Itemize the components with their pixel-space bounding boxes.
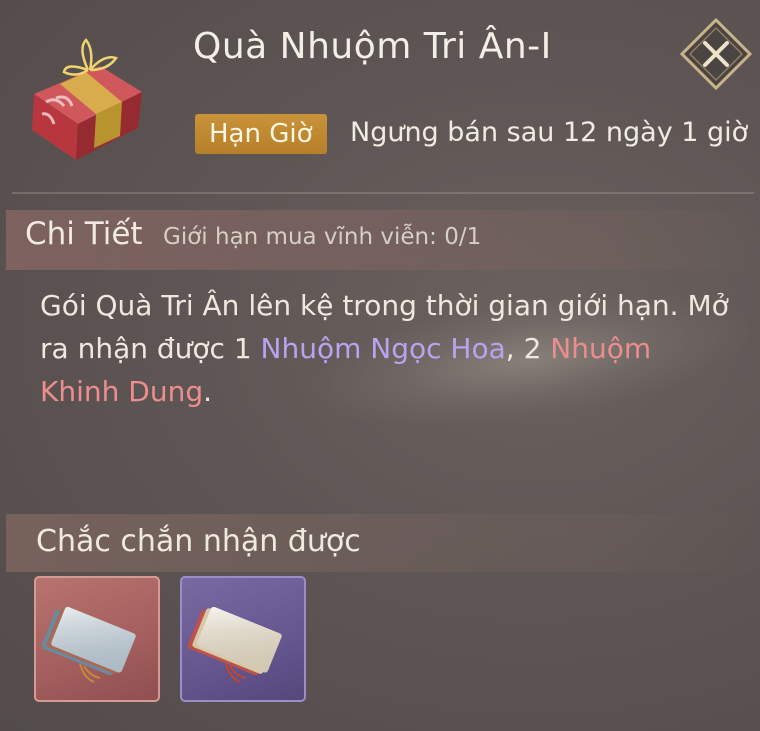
desc-part3: . bbox=[203, 375, 213, 408]
detail-title: Chi Tiết bbox=[25, 216, 143, 252]
desc-item-1[interactable]: Nhuộm Ngọc Hoa bbox=[261, 332, 506, 365]
item-title: Quà Nhuộm Tri Ân-I bbox=[193, 26, 552, 67]
sale-end-text: Ngưng bán sau 12 ngày 1 giờ bbox=[350, 117, 749, 148]
item-description: Gói Quà Tri Ân lên kệ trong thời gian gi… bbox=[40, 284, 730, 413]
dye-cards-icon bbox=[187, 606, 282, 683]
desc-part2: , 2 bbox=[505, 332, 551, 365]
purchase-limit-text: Giới hạn mua vĩnh viễn: 0/1 bbox=[163, 224, 482, 250]
guaranteed-title: Chắc chắn nhận được bbox=[36, 524, 361, 559]
item-detail-panel: Quà Nhuộm Tri Ân-I Hạn Giờ Ngưng bán sau… bbox=[0, 0, 760, 731]
reward-slot-2[interactable] bbox=[180, 576, 306, 702]
gift-box-icon bbox=[32, 38, 142, 160]
reward-slot-1[interactable] bbox=[34, 576, 160, 702]
close-icon[interactable] bbox=[680, 18, 752, 90]
dye-cards-icon bbox=[41, 606, 136, 683]
time-limited-badge: Hạn Giờ bbox=[195, 114, 327, 154]
header-divider bbox=[12, 192, 754, 194]
